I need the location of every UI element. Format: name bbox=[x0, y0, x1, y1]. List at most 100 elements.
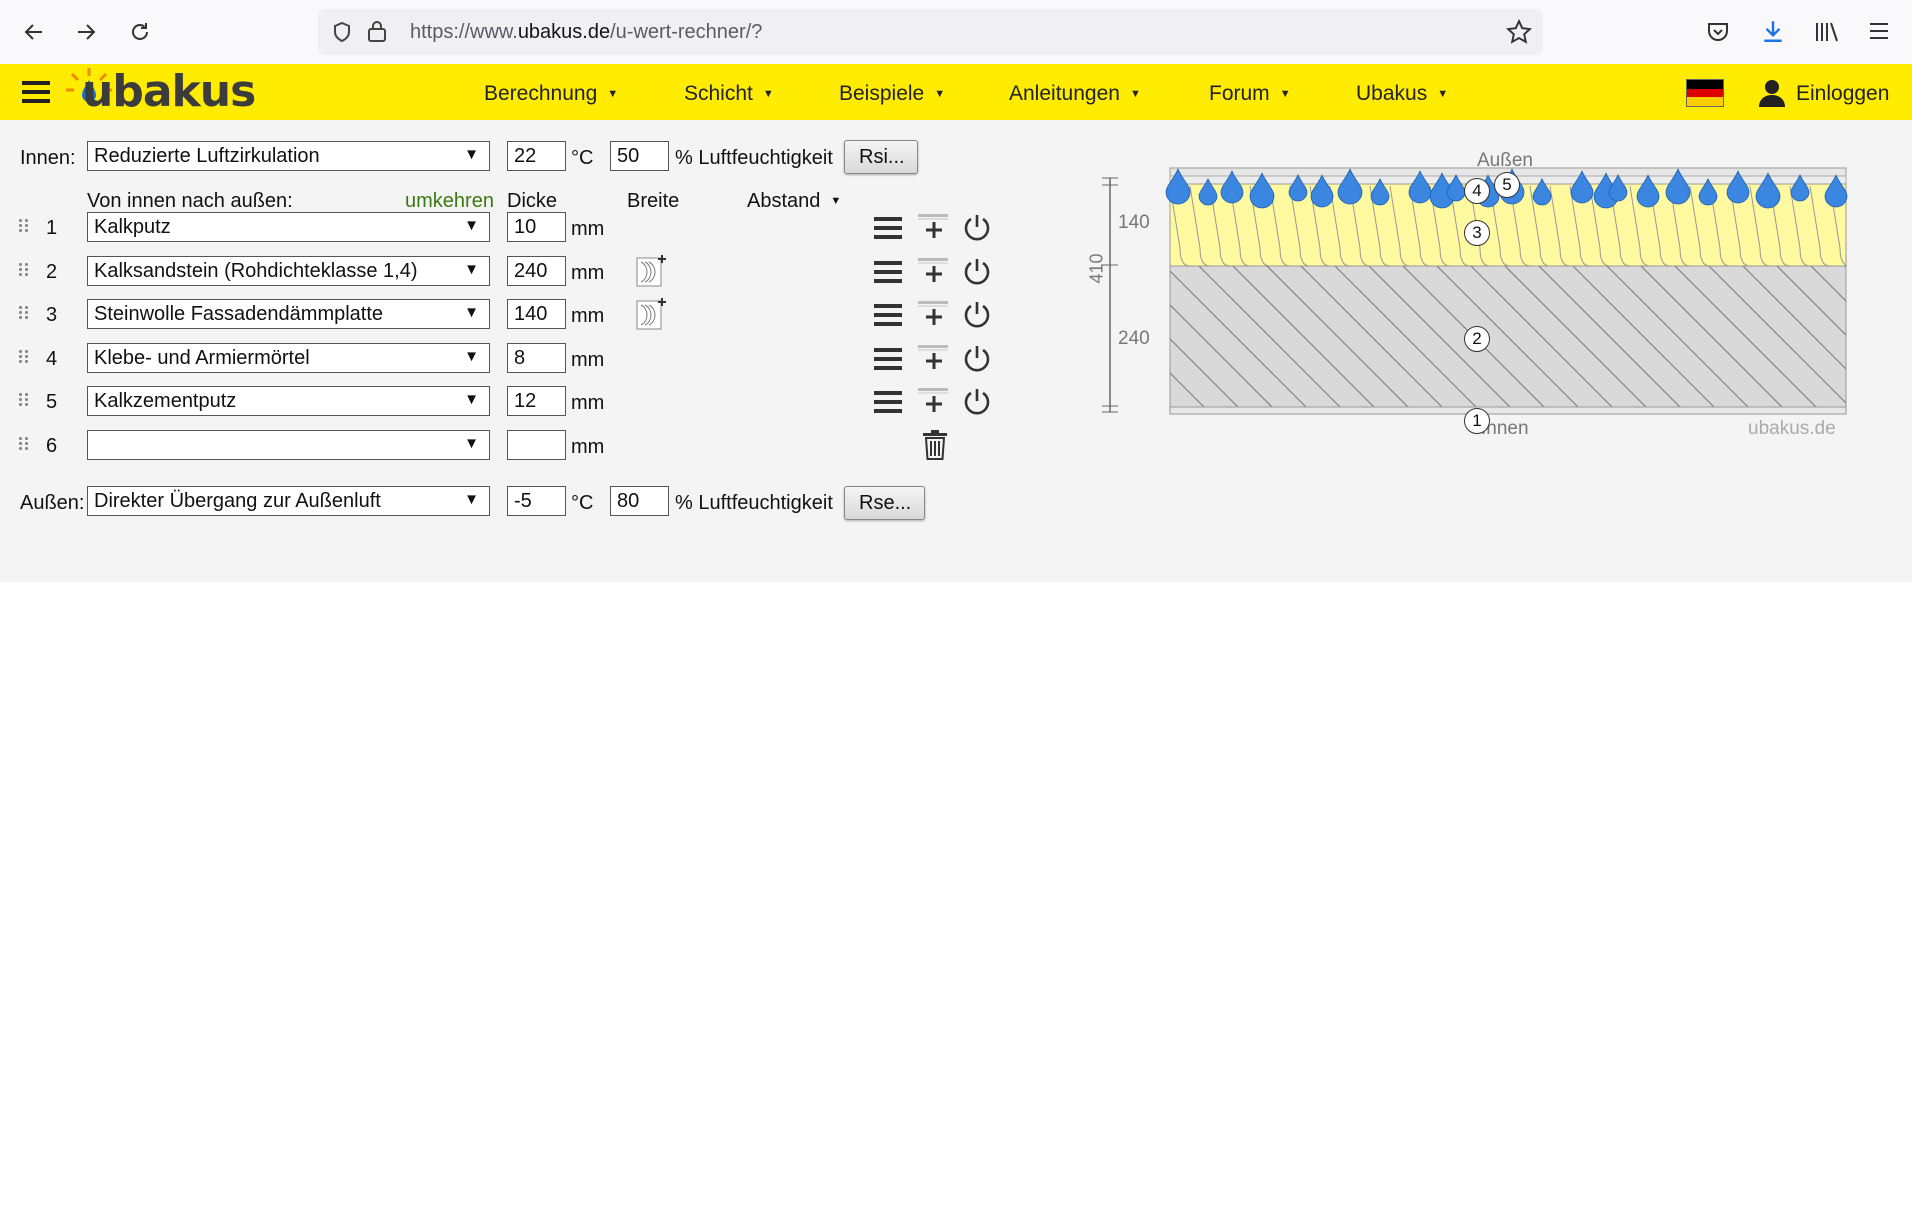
layer-row: 6 ▼ mm bbox=[0, 422, 1000, 466]
wall-section-diagram: 410 140 240 Außen Innen ubakus.de 1 2 3 … bbox=[1080, 148, 1860, 528]
dropdown-arrow-icon: ▼ bbox=[464, 348, 479, 365]
layer-row: 2 Kalksandstein (Rohdichteklasse 1,4) ▼ 2… bbox=[0, 248, 1000, 292]
select-value: Kalkzementputz bbox=[94, 390, 237, 412]
back-button[interactable] bbox=[16, 14, 52, 50]
menu-forum[interactable]: Forum ▼ bbox=[1209, 82, 1291, 106]
layer-material-select[interactable]: Kalkputz ▼ bbox=[87, 212, 490, 242]
layer-material-select[interactable]: Kalksandstein (Rohdichteklasse 1,4) ▼ bbox=[87, 256, 490, 286]
layer-marker-4[interactable]: 4 bbox=[1464, 178, 1490, 204]
power-toggle-icon[interactable] bbox=[962, 343, 992, 373]
drag-handle-icon[interactable] bbox=[19, 437, 29, 451]
menu-berechnung[interactable]: Berechnung ▼ bbox=[484, 82, 618, 106]
unit-label: mm bbox=[571, 436, 605, 458]
layer-material-select[interactable]: Klebe- und Armiermörtel ▼ bbox=[87, 343, 490, 373]
drag-handle-icon[interactable] bbox=[19, 350, 29, 364]
select-value: Klebe- und Armiermörtel bbox=[94, 347, 310, 369]
layer-marker-5[interactable]: 5 bbox=[1494, 172, 1520, 198]
layer-row: 3 Steinwolle Fassadendämmplatte ▼ 140 mm bbox=[0, 291, 1000, 335]
library-icon[interactable] bbox=[1814, 20, 1840, 44]
drag-handle-icon[interactable] bbox=[19, 393, 29, 407]
menu-label: Ubakus bbox=[1356, 82, 1428, 105]
power-toggle-icon[interactable] bbox=[962, 256, 992, 286]
layer-menu-icon[interactable] bbox=[874, 347, 902, 371]
layer-number: 6 bbox=[46, 435, 58, 457]
power-toggle-icon[interactable] bbox=[962, 299, 992, 329]
menu-label: Forum bbox=[1209, 82, 1270, 105]
layer-material-select[interactable]: Steinwolle Fassadendämmplatte ▼ bbox=[87, 299, 490, 329]
layer-menu-icon[interactable] bbox=[874, 260, 902, 284]
menu-label: Anleitungen bbox=[1009, 82, 1120, 105]
reload-button[interactable] bbox=[122, 14, 158, 50]
caret-down-icon: ▼ bbox=[934, 88, 946, 100]
power-toggle-icon[interactable] bbox=[962, 212, 992, 242]
dropdown-arrow-icon: ▼ bbox=[464, 304, 479, 321]
app-menu-icon[interactable] bbox=[1868, 21, 1890, 41]
add-layer-icon[interactable] bbox=[916, 256, 952, 286]
lock-icon[interactable] bbox=[366, 19, 388, 43]
drag-handle-icon[interactable] bbox=[19, 263, 29, 277]
login-label: Einloggen bbox=[1796, 82, 1890, 105]
forward-button[interactable] bbox=[68, 14, 104, 50]
layer-menu-icon[interactable] bbox=[874, 216, 902, 240]
add-layer-icon[interactable] bbox=[916, 212, 952, 242]
rse-button[interactable]: Rse... bbox=[844, 486, 925, 520]
language-flag-de[interactable] bbox=[1686, 79, 1724, 107]
site-logo[interactable]: ubakus bbox=[64, 66, 256, 118]
layer-marker-1[interactable]: 1 bbox=[1464, 408, 1490, 434]
shield-icon[interactable] bbox=[330, 20, 354, 44]
inside-condition-select[interactable]: Reduzierte Luftzirkulation ▼ bbox=[87, 141, 490, 171]
layer-marker-2[interactable]: 2 bbox=[1464, 326, 1490, 352]
bookmark-star-icon[interactable] bbox=[1506, 19, 1532, 45]
unit-label: mm bbox=[571, 305, 605, 327]
layer-menu-icon[interactable] bbox=[874, 303, 902, 327]
layer-thickness-input[interactable]: 12 bbox=[507, 386, 566, 416]
inside-label: Innen: bbox=[20, 147, 76, 169]
url-text[interactable]: https://www.ubakus.de/u-wert-rechner/? bbox=[410, 21, 762, 44]
layer-marker-3[interactable]: 3 bbox=[1464, 220, 1490, 246]
layer-material-select[interactable]: ▼ bbox=[87, 430, 490, 460]
drag-handle-icon[interactable] bbox=[19, 306, 29, 320]
inhomogeneous-layer-icon[interactable] bbox=[635, 297, 667, 331]
add-layer-icon[interactable] bbox=[916, 343, 952, 373]
inside-humidity-input[interactable]: 50 bbox=[610, 141, 669, 171]
dropdown-arrow-icon: ▼ bbox=[464, 435, 479, 452]
menu-ubakus[interactable]: Ubakus ▼ bbox=[1356, 82, 1448, 106]
add-layer-icon[interactable] bbox=[916, 386, 952, 416]
layer-thickness-input[interactable] bbox=[507, 430, 566, 460]
logo-text: ubakus bbox=[82, 66, 256, 117]
add-layer-icon[interactable] bbox=[916, 299, 952, 329]
rsi-button[interactable]: Rsi... bbox=[844, 140, 918, 174]
layer-thickness-input[interactable]: 140 bbox=[507, 299, 566, 329]
dimension-wall: 240 bbox=[1118, 328, 1150, 349]
menu-beispiele[interactable]: Beispiele ▼ bbox=[839, 82, 945, 106]
unit-label: mm bbox=[571, 262, 605, 284]
trash-icon[interactable] bbox=[922, 430, 948, 460]
power-toggle-icon[interactable] bbox=[962, 386, 992, 416]
layer-thickness-input[interactable]: 240 bbox=[507, 256, 566, 286]
browser-toolbar: https://www.ubakus.de/u-wert-rechner/? bbox=[0, 0, 1912, 65]
drag-handle-icon[interactable] bbox=[19, 219, 29, 233]
url-bar[interactable]: https://www.ubakus.de/u-wert-rechner/? bbox=[318, 9, 1543, 55]
outside-temperature-input[interactable]: -5 bbox=[507, 486, 566, 516]
layer-number: 4 bbox=[46, 348, 58, 370]
layer-material-select[interactable]: Kalkzementputz ▼ bbox=[87, 386, 490, 416]
inhomogeneous-layer-icon[interactable] bbox=[635, 254, 667, 288]
menu-label: Beispiele bbox=[839, 82, 925, 105]
layer-thickness-input[interactable]: 10 bbox=[507, 212, 566, 242]
hamburger-menu-icon[interactable] bbox=[22, 80, 50, 104]
layer-number: 5 bbox=[46, 391, 58, 413]
pocket-icon[interactable] bbox=[1706, 20, 1730, 44]
menu-label: Berechnung bbox=[484, 82, 598, 105]
download-icon[interactable] bbox=[1760, 18, 1786, 44]
inside-temperature-input[interactable]: 22 bbox=[507, 141, 566, 171]
menu-anleitungen[interactable]: Anleitungen ▼ bbox=[1009, 82, 1141, 106]
outside-humidity-input[interactable]: 80 bbox=[610, 486, 669, 516]
layer-thickness-input[interactable]: 8 bbox=[507, 343, 566, 373]
menu-schicht[interactable]: Schicht ▼ bbox=[684, 82, 774, 106]
outside-condition-select[interactable]: Direkter Übergang zur Außenluft ▼ bbox=[87, 486, 490, 516]
outside-label: Außen: bbox=[20, 492, 85, 514]
humidity-label: % Luftfeuchtigkeit bbox=[675, 147, 833, 169]
dimension-insulation: 140 bbox=[1118, 212, 1150, 233]
temp-unit: °C bbox=[571, 147, 594, 169]
layer-menu-icon[interactable] bbox=[874, 390, 902, 414]
